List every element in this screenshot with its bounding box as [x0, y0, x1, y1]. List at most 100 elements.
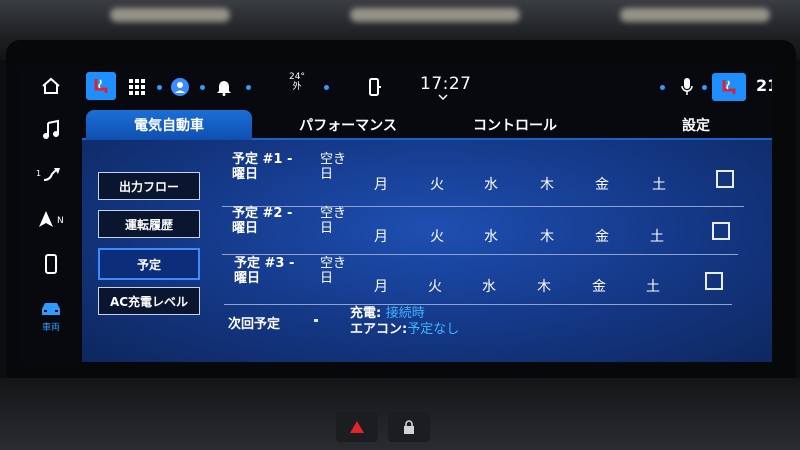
- menu-drive-history[interactable]: 運転履歴: [98, 210, 200, 238]
- schedule-status: 空き 日: [320, 152, 346, 182]
- schedule-name: 予定 #2 - 曜日: [232, 206, 292, 236]
- sidebar-item-vehicle[interactable]: 車両: [20, 292, 82, 340]
- weekday-tue[interactable]: 火: [430, 174, 444, 194]
- separator-dot: [324, 85, 329, 90]
- schedule-checkbox[interactable]: [705, 272, 723, 290]
- bell-icon: [217, 81, 231, 96]
- phone-connect-button[interactable]: [364, 72, 386, 102]
- seat-heater-left-button[interactable]: [86, 72, 116, 100]
- weekday-mon[interactable]: 月: [374, 174, 388, 194]
- weekday-sat[interactable]: 土: [652, 174, 666, 194]
- schedule-subtitle: 曜日: [232, 221, 259, 236]
- schedule-subtitle: 曜日: [232, 167, 259, 182]
- separator-dot: [157, 85, 162, 90]
- notifications-button[interactable]: [213, 72, 235, 102]
- sidebar-item-home[interactable]: [20, 66, 82, 106]
- schedule-status: 空き 日: [320, 256, 346, 286]
- schedule-subtitle: 曜日: [234, 271, 261, 286]
- cabin-temperature[interactable]: 21°: [756, 76, 772, 95]
- weekday-wed[interactable]: 水: [484, 226, 498, 246]
- sidebar-item-directions[interactable]: 1: [20, 156, 82, 196]
- weekday-thu[interactable]: 木: [540, 226, 554, 246]
- heated-seat-icon: [94, 79, 108, 93]
- schedule-status: 空き 日: [320, 206, 346, 236]
- music-icon: [43, 119, 59, 139]
- weekday-mon[interactable]: 月: [374, 276, 388, 296]
- separator-dot: [660, 85, 665, 90]
- seat-heater-right-button[interactable]: [712, 73, 746, 101]
- separator-dot: [246, 85, 251, 90]
- weekday-sun[interactable]: 日: [320, 271, 346, 286]
- tab-control[interactable]: コントロール: [456, 110, 574, 140]
- hazard-button[interactable]: [336, 412, 378, 442]
- weekday-wed[interactable]: 水: [484, 174, 498, 194]
- charge-line: 充電: 接続時: [350, 306, 459, 322]
- hazard-icon: [350, 421, 364, 433]
- home-icon: [42, 77, 60, 94]
- sidebar-item-navigation[interactable]: N: [20, 199, 82, 239]
- svg-text:1: 1: [36, 169, 41, 178]
- sidebar-item-phone[interactable]: [20, 244, 82, 284]
- apps-button[interactable]: [126, 72, 148, 102]
- ac-label: エアコン:: [350, 322, 408, 337]
- weekday-thu[interactable]: 木: [537, 276, 551, 296]
- weekday-tue[interactable]: 火: [428, 276, 442, 296]
- menu-ac-charge-level[interactable]: AC充電レベル: [98, 287, 200, 315]
- window-glare: [110, 8, 230, 22]
- outside-temp-value: 24°: [289, 72, 305, 82]
- sidebar-item-music[interactable]: [20, 110, 82, 150]
- separator-dot: [702, 85, 707, 90]
- turn-arrow-icon: 1: [36, 168, 60, 181]
- weekday-fri[interactable]: 金: [595, 226, 609, 246]
- weekday-thu[interactable]: 木: [540, 174, 554, 194]
- weekday-fri[interactable]: 金: [592, 276, 606, 296]
- window-glare: [620, 8, 770, 22]
- ac-line: エアコン:予定なし: [350, 322, 459, 338]
- schedule-status-text: 空き: [320, 152, 347, 167]
- menu-schedule[interactable]: 予定: [98, 248, 200, 280]
- weekday-sun[interactable]: 日: [320, 221, 346, 236]
- weekday-tue[interactable]: 火: [430, 226, 444, 246]
- lock-icon: [404, 420, 414, 434]
- charge-label: 充電:: [350, 306, 382, 321]
- apps-grid-icon: [129, 79, 145, 95]
- phone-icon: [45, 254, 57, 274]
- sidebar: 1 N 車両: [20, 66, 82, 362]
- car-icon: [42, 302, 60, 315]
- door-lock-button[interactable]: [388, 412, 430, 442]
- window-glare: [350, 8, 520, 22]
- outside-temp-label: 外: [292, 82, 302, 92]
- next-schedule-details: 充電: 接続時 エアコン:予定なし: [350, 306, 459, 338]
- weekday-sat[interactable]: 土: [646, 276, 660, 296]
- row-divider: [222, 206, 744, 207]
- sidebar-item-label: 車両: [41, 322, 60, 333]
- next-schedule-label: 次回予定: [228, 317, 281, 332]
- schedule-status-text: 空き: [320, 206, 347, 221]
- row-divider: [224, 304, 732, 305]
- heated-seat-icon: [722, 80, 736, 94]
- schedule-checkbox[interactable]: [716, 170, 734, 188]
- weekday-mon[interactable]: 月: [374, 226, 388, 246]
- chevron-down-icon: [438, 94, 448, 100]
- next-schedule-separator: [314, 319, 318, 322]
- menu-power-flow[interactable]: 出力フロー: [98, 172, 200, 200]
- clock[interactable]: 17:27: [420, 74, 472, 94]
- schedule-name: 予定 #3 - 曜日: [234, 256, 294, 286]
- microphone-icon: [681, 78, 693, 95]
- weekday-sun[interactable]: 日: [320, 167, 346, 182]
- tab-performance[interactable]: パフォーマンス: [278, 110, 418, 140]
- tab-settings[interactable]: 設定: [658, 110, 734, 140]
- schedule-title: 予定 #3 -: [234, 256, 295, 271]
- outside-temperature: 24° 外: [289, 72, 305, 92]
- weekday-fri[interactable]: 金: [595, 174, 609, 194]
- charge-value: 接続時: [385, 306, 425, 321]
- weekday-sat[interactable]: 土: [650, 226, 664, 246]
- infotainment-screen: 1 N 車両 24° 外 17:27 2 電気自動車 パフォーマンス コントロー…: [20, 66, 772, 362]
- weekday-wed[interactable]: 水: [482, 276, 496, 296]
- schedule-name: 予定 #1 - 曜日: [232, 152, 292, 182]
- navigation-icon: N: [39, 211, 64, 227]
- profile-button[interactable]: [169, 72, 191, 102]
- tab-ev[interactable]: 電気自動車: [86, 110, 252, 140]
- schedule-checkbox[interactable]: [712, 222, 730, 240]
- voice-button[interactable]: [678, 72, 696, 102]
